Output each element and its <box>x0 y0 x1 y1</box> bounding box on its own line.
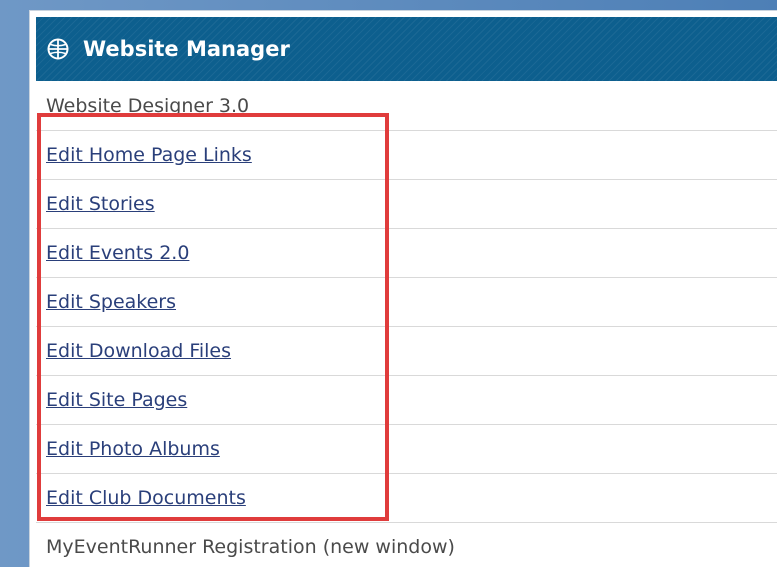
menu-list: Website Designer 3.0 Edit Home Page Link… <box>36 81 777 567</box>
website-manager-panel: Website Manager Website Designer 3.0 Edi… <box>29 10 777 567</box>
list-item-edit-photo-albums: Edit Photo Albums <box>36 425 777 474</box>
edit-speakers-link[interactable]: Edit Speakers <box>46 291 176 313</box>
list-item-edit-club-documents: Edit Club Documents <box>36 474 777 523</box>
list-item-website-designer[interactable]: Website Designer 3.0 <box>36 81 777 131</box>
edit-events-link[interactable]: Edit Events 2.0 <box>46 242 189 264</box>
panel-header: Website Manager <box>36 17 777 81</box>
globe-icon <box>47 38 69 60</box>
edit-site-pages-link[interactable]: Edit Site Pages <box>46 389 187 411</box>
list-item-edit-site-pages: Edit Site Pages <box>36 376 777 425</box>
list-item-edit-speakers: Edit Speakers <box>36 278 777 327</box>
edit-photo-albums-link[interactable]: Edit Photo Albums <box>46 438 220 460</box>
edit-stories-link[interactable]: Edit Stories <box>46 193 155 215</box>
panel-title: Website Manager <box>83 37 290 61</box>
website-designer-link[interactable]: Website Designer 3.0 <box>46 95 249 117</box>
list-item-edit-home-page-links: Edit Home Page Links <box>36 131 777 180</box>
edit-home-page-links-link[interactable]: Edit Home Page Links <box>46 144 252 166</box>
myeventrunner-registration-link[interactable]: MyEventRunner Registration (new window) <box>46 536 455 558</box>
list-item-edit-download-files: Edit Download Files <box>36 327 777 376</box>
list-item-myeventrunner-registration[interactable]: MyEventRunner Registration (new window) <box>36 523 777 567</box>
list-item-edit-stories: Edit Stories <box>36 180 777 229</box>
list-item-edit-events: Edit Events 2.0 <box>36 229 777 278</box>
edit-club-documents-link[interactable]: Edit Club Documents <box>46 487 246 509</box>
edit-download-files-link[interactable]: Edit Download Files <box>46 340 231 362</box>
